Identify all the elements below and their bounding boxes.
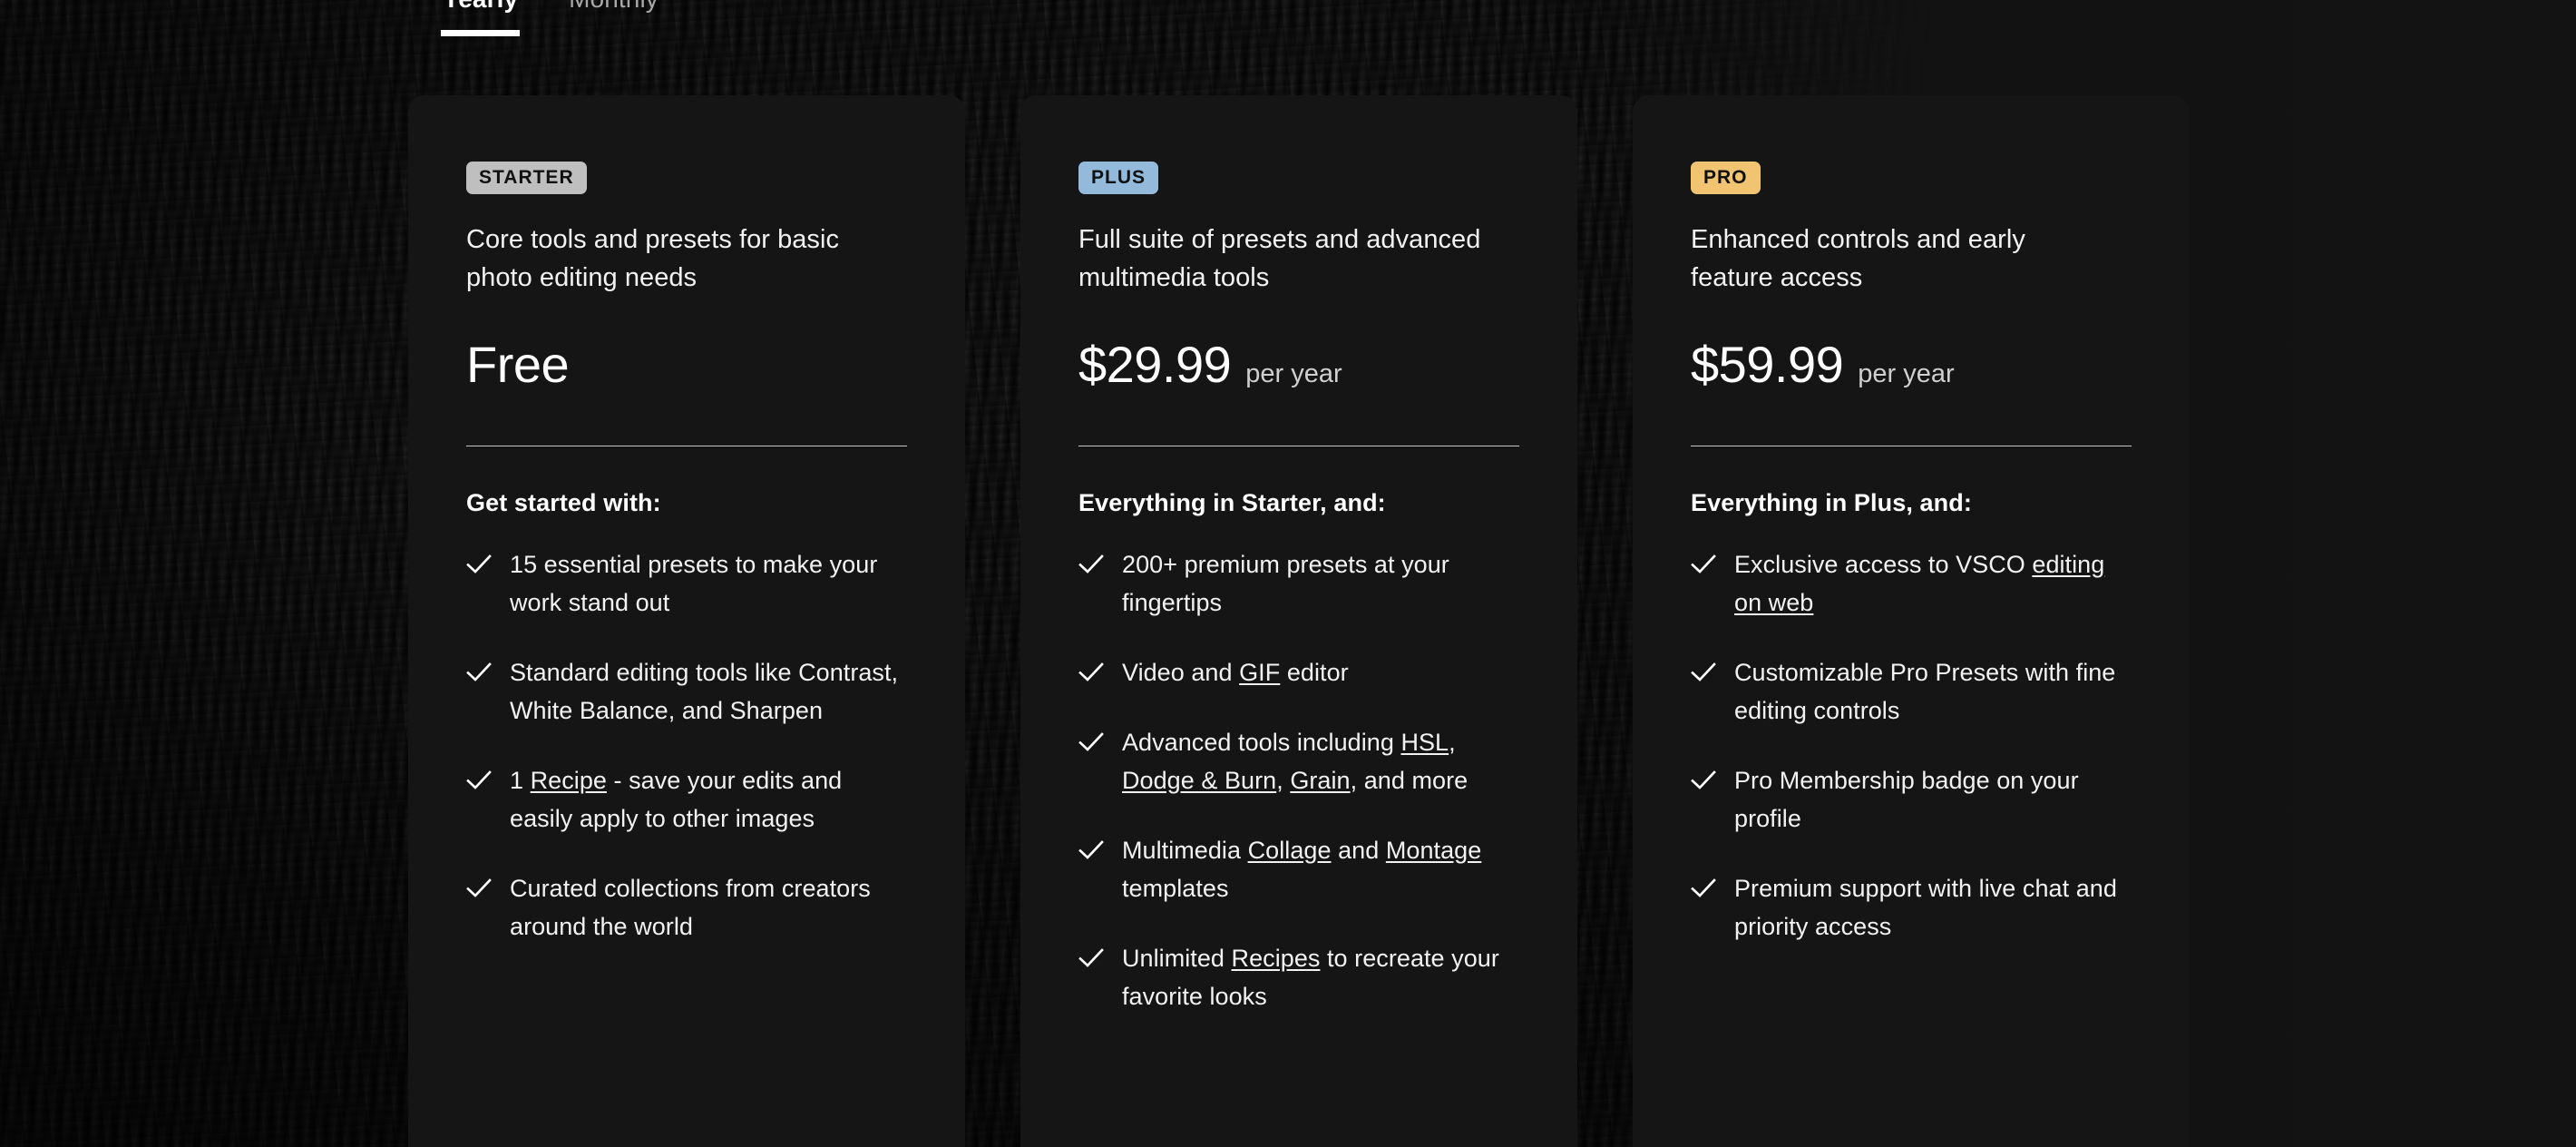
plan-description: Enhanced controls and early feature acce… (1691, 225, 2025, 292)
pricing-card-pro: PRO Enhanced controls and early feature a… (1633, 95, 2190, 1147)
feature-text-segment: Exclusive access to VSCO (1734, 551, 2033, 578)
feature-text-segment: Customizable Pro Presets with fine editi… (1734, 659, 2116, 724)
price-period: per year (1245, 359, 1342, 388)
feature-text-segment: 15 essential presets to make your work s… (510, 551, 878, 616)
feature-list: 200+ premium presets at your fingertips V… (1078, 545, 1519, 1015)
feature-text: Premium support with live chat and prior… (1734, 869, 2132, 946)
feature-item: Standard editing tools like Contrast, Wh… (466, 653, 907, 730)
feature-item: 200+ premium presets at your fingertips (1078, 545, 1519, 622)
feature-text: Unlimited Recipes to recreate your favor… (1122, 939, 1519, 1015)
plan-price: $59.99 per year (1691, 335, 2132, 395)
feature-text-segment: Standard editing tools like Contrast, Wh… (510, 659, 899, 724)
feature-link[interactable]: Dodge & Burn (1122, 767, 1276, 794)
feature-item: Premium support with live chat and prior… (1691, 869, 2132, 946)
feature-text-segment: Video and (1122, 659, 1240, 686)
feature-list: 15 essential presets to make your work s… (466, 545, 907, 946)
feature-item: Pro Membership badge on your profile (1691, 761, 2132, 838)
plan-badge: PRO (1691, 162, 1761, 194)
feature-text-segment: editor (1280, 659, 1349, 686)
feature-text: Pro Membership badge on your profile (1734, 761, 2132, 838)
billing-period-tabs: Yearly Monthly (441, 0, 660, 36)
feature-list: Exclusive access to VSCO editing on web C… (1691, 545, 2132, 946)
feature-text: 1 Recipe - save your edits and easily ap… (510, 761, 907, 838)
tab-monthly[interactable]: Monthly (567, 0, 660, 36)
price-amount: Free (466, 336, 570, 393)
feature-text-segment: and (1331, 837, 1386, 864)
feature-link[interactable]: GIF (1239, 659, 1280, 686)
plan-badge: STARTER (466, 162, 587, 194)
feature-item: Unlimited Recipes to recreate your favor… (1078, 939, 1519, 1015)
feature-item: Advanced tools including HSL, Dodge & Bu… (1078, 723, 1519, 799)
features-title: Everything in Plus, and: (1691, 489, 1972, 516)
feature-text: Exclusive access to VSCO editing on web (1734, 545, 2132, 622)
price-amount: $29.99 (1078, 336, 1232, 393)
tab-yearly[interactable]: Yearly (441, 0, 521, 36)
feature-link[interactable]: Montage (1386, 837, 1481, 864)
feature-text-segment: templates (1122, 875, 1229, 902)
features-title: Get started with: (466, 489, 661, 516)
feature-text-segment: 1 (510, 767, 531, 794)
feature-item: Customizable Pro Presets with fine editi… (1691, 653, 2132, 730)
feature-item: 1 Recipe - save your edits and easily ap… (466, 761, 907, 838)
check-icon (1078, 939, 1104, 977)
feature-link[interactable]: Collage (1248, 837, 1332, 864)
feature-item: 15 essential presets to make your work s… (466, 545, 907, 622)
feature-link[interactable]: HSL (1400, 729, 1449, 756)
check-icon (466, 653, 492, 691)
feature-text: Advanced tools including HSL, Dodge & Bu… (1122, 723, 1519, 799)
check-icon (1691, 545, 1716, 583)
check-icon (1078, 545, 1104, 583)
feature-text: 15 essential presets to make your work s… (510, 545, 907, 622)
check-icon (1691, 761, 1716, 799)
check-icon (1691, 869, 1716, 907)
feature-text-segment: Unlimited (1122, 945, 1232, 972)
feature-item: Video and GIF editor (1078, 653, 1519, 691)
feature-text: Video and GIF editor (1122, 653, 1349, 691)
feature-link[interactable]: Grain (1290, 767, 1350, 794)
plan-description: Full suite of presets and advanced multi… (1078, 225, 1481, 292)
plan-price: $29.99 per year (1078, 335, 1519, 395)
plan-badge: PLUS (1078, 162, 1159, 194)
feature-text: Customizable Pro Presets with fine editi… (1734, 653, 2132, 730)
check-icon (1078, 831, 1104, 869)
feature-text: Standard editing tools like Contrast, Wh… (510, 653, 907, 730)
check-icon (1078, 723, 1104, 761)
feature-text-segment: , (1449, 729, 1456, 756)
check-icon (466, 545, 492, 583)
feature-text: Multimedia Collage and Montage templates (1122, 831, 1519, 907)
check-icon (1691, 653, 1716, 691)
feature-item: Exclusive access to VSCO editing on web (1691, 545, 2132, 622)
features-title: Everything in Starter, and: (1078, 489, 1386, 516)
feature-text-segment: 200+ premium presets at your fingertips (1122, 551, 1449, 616)
feature-item: Curated collections from creators around… (466, 869, 907, 946)
check-icon (1078, 653, 1104, 691)
feature-text-segment: , and more (1350, 767, 1469, 794)
feature-text-segment: Advanced tools including (1122, 729, 1401, 756)
pricing-card-plus: PLUS Full suite of presets and advanced m… (1020, 95, 1577, 1147)
price-amount: $59.99 (1691, 336, 1844, 393)
feature-text-segment: Pro Membership badge on your profile (1734, 767, 2079, 832)
feature-item: Multimedia Collage and Montage templates (1078, 831, 1519, 907)
plan-description: Core tools and presets for basic photo e… (466, 225, 840, 292)
feature-link[interactable]: Recipe (531, 767, 607, 794)
price-period: per year (1858, 359, 1955, 388)
pricing-page: Yearly Monthly STARTER Core tools and pres… (0, 0, 2576, 1147)
feature-text-segment: Premium support with live chat and prior… (1734, 875, 2117, 940)
check-icon (466, 869, 492, 907)
pricing-cards: STARTER Core tools and presets for basic … (408, 95, 2190, 1147)
feature-text-segment: Multimedia (1122, 837, 1248, 864)
feature-text: Curated collections from creators around… (510, 869, 907, 946)
feature-text: 200+ premium presets at your fingertips (1122, 545, 1519, 622)
plan-price: Free (466, 335, 907, 395)
feature-text-segment: Curated collections from creators around… (510, 875, 871, 940)
feature-text-segment: , (1276, 767, 1291, 794)
check-icon (466, 761, 492, 799)
pricing-card-starter: STARTER Core tools and presets for basic … (408, 95, 965, 1147)
feature-link[interactable]: Recipes (1232, 945, 1321, 972)
